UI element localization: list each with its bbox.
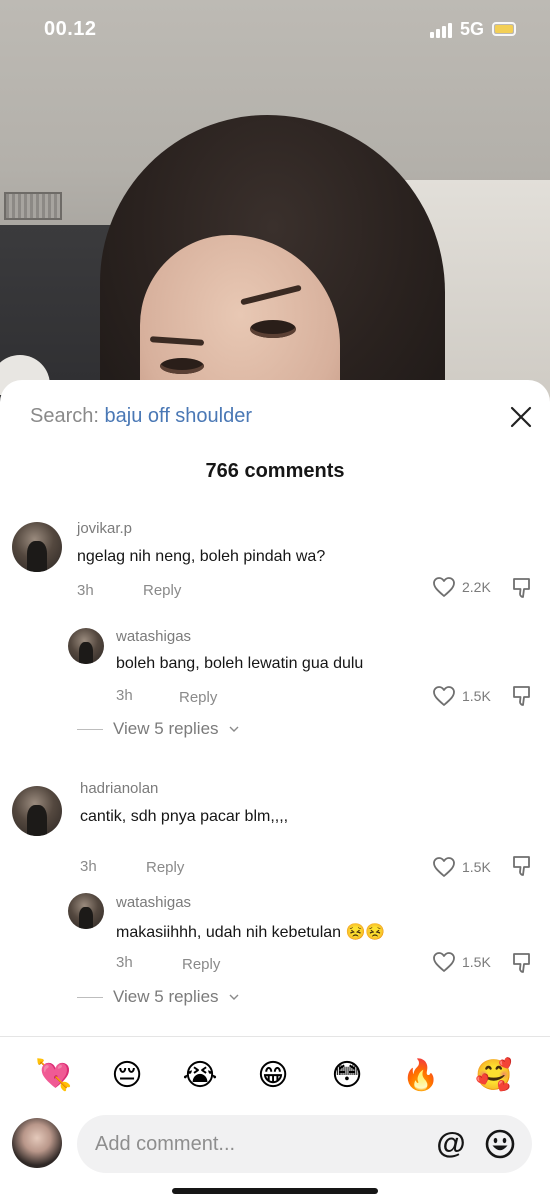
like-button[interactable]: 1.5K [432,856,491,878]
comment-input-container[interactable]: @ [77,1115,532,1173]
video-background[interactable] [0,0,550,420]
emoji-pensive-button[interactable]: 😔 [107,1056,147,1096]
like-button[interactable]: 2.2K [432,576,491,598]
reply-button[interactable]: Reply [146,859,184,876]
view-replies-label: View 5 replies [113,719,219,738]
emoji-grin-button[interactable]: 😁 [253,1056,293,1096]
avatar[interactable] [68,628,104,664]
avatar[interactable] [68,893,104,929]
chevron-down-icon [229,726,239,732]
status-bar: 00.12 5G [0,0,550,60]
emoji-quick-bar: 💘 😔 😭 😁 😳 🔥 🥰 [0,1056,550,1096]
comment-text: boleh bang, boleh lewatin gua dulu [116,655,364,672]
home-indicator[interactable] [172,1188,378,1194]
emoji-crying-button[interactable]: 😭 [180,1056,220,1096]
chevron-down-icon [229,994,239,1000]
dislike-icon[interactable] [512,854,532,878]
comment-count: 766 comments [205,460,345,482]
comment-input[interactable] [95,1129,415,1159]
like-button[interactable]: 1.5K [432,685,491,707]
like-button[interactable]: 1.5K [432,951,491,973]
cellular-signal-icon [430,22,456,38]
emoji-smiling-hearts-button[interactable]: 🥰 [474,1056,514,1096]
eye-right [250,320,296,338]
heart-icon [433,577,455,597]
close-icon[interactable] [508,404,534,430]
dislike-icon[interactable] [512,684,532,708]
search-suggestion[interactable]: Search: baju off shoulder [30,405,252,428]
avatar[interactable] [12,522,62,572]
username[interactable]: watashigas [116,894,191,911]
divider [0,1036,550,1037]
heart-icon [433,686,455,706]
emoji-fire-button[interactable]: 🔥 [401,1056,441,1096]
search-prefix: Search: [30,405,99,427]
clock: 00.12 [44,18,97,40]
divider-line [77,728,103,730]
comment-text: ngelag nih neng, boleh pindah wa? [77,548,326,565]
dislike-icon[interactable] [512,951,532,975]
comment-text: makasiihhh, udah nih kebetulan 😣😣 [116,924,386,941]
view-replies-label: View 5 replies [113,987,219,1006]
like-count: 1.5K [462,954,491,970]
username[interactable]: watashigas [116,628,191,645]
like-count: 1.5K [462,859,491,875]
emoji-heart-arrow-button[interactable]: 💘 [34,1056,74,1096]
comments-sheet: Search: baju off shoulder 766 comments j… [0,380,550,1200]
comment-composer: @ [0,1115,550,1175]
heart-icon [433,857,455,877]
comment-text: cantik, sdh pnya pacar blm,,,, [80,808,289,825]
like-count: 1.5K [462,688,491,704]
comment-time: 3h [77,582,94,599]
mention-button[interactable]: @ [434,1125,468,1163]
view-replies-button[interactable]: View 5 replies [77,719,239,739]
comment-time: 3h [116,687,133,704]
reply-button[interactable]: Reply [182,956,220,973]
dislike-icon[interactable] [512,576,532,600]
comment-time: 3h [80,858,97,875]
search-term-link[interactable]: baju off shoulder [105,405,253,427]
divider-line [77,996,103,998]
comment-time: 3h [116,954,133,971]
username[interactable]: hadrianolan [80,780,158,797]
my-avatar[interactable] [12,1118,62,1168]
emoji-picker-icon[interactable] [484,1128,516,1160]
reply-button[interactable]: Reply [179,689,217,706]
like-count: 2.2K [462,579,491,595]
battery-icon [492,22,516,36]
eye-left [160,358,204,374]
avatar[interactable] [12,786,62,836]
username[interactable]: jovikar.p [77,520,132,537]
air-vent [4,192,62,220]
heart-icon [433,952,455,972]
emoji-flushed-button[interactable]: 😳 [327,1056,367,1096]
reply-button[interactable]: Reply [143,582,181,599]
network-type: 5G [460,19,485,39]
view-replies-button[interactable]: View 5 replies [77,987,239,1007]
